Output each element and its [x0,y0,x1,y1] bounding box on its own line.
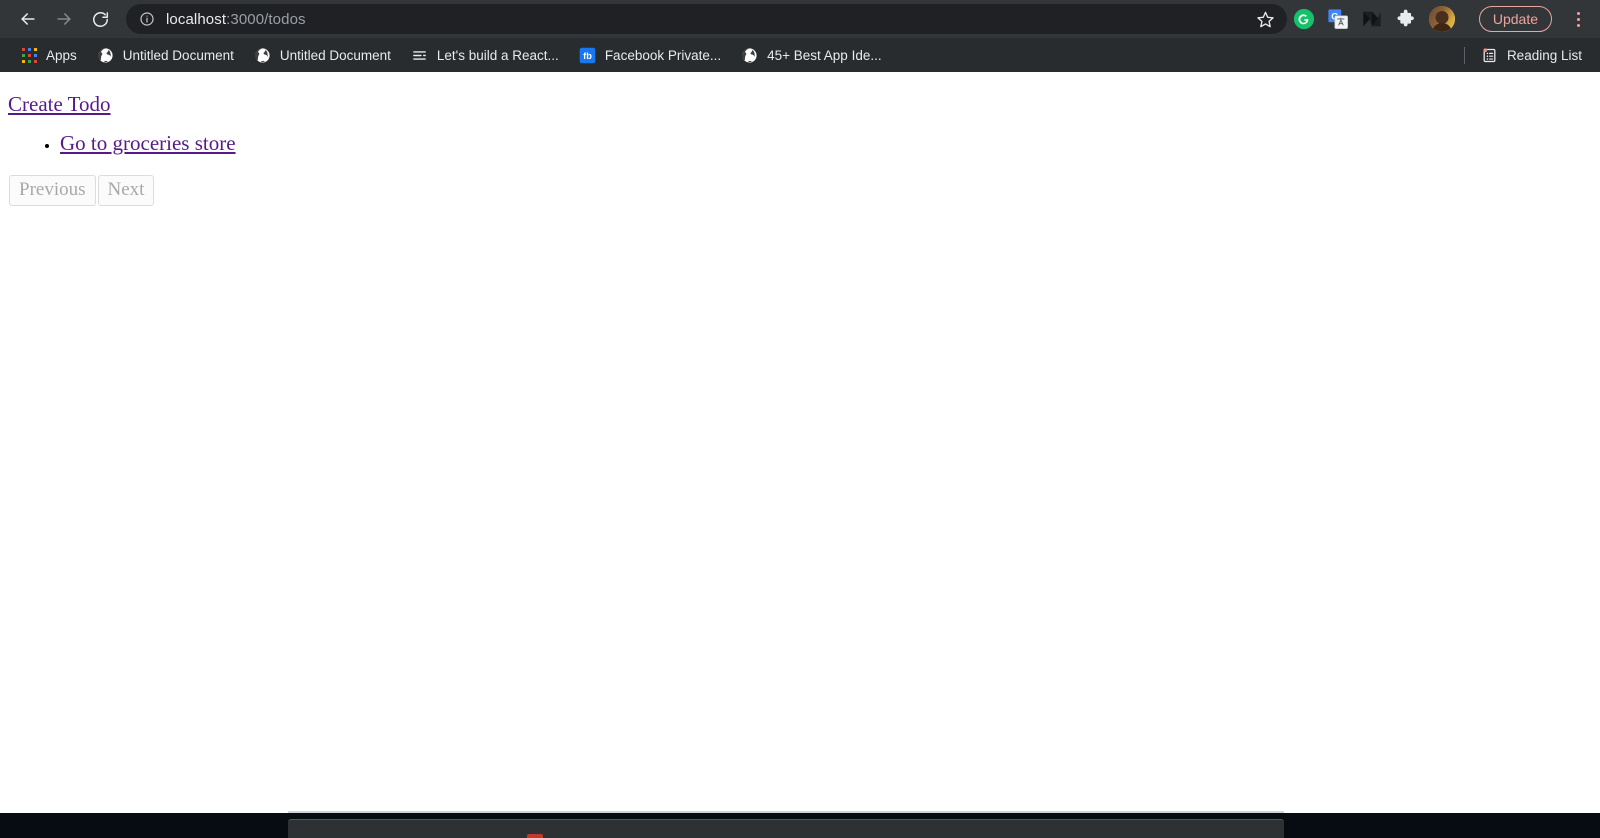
profile-avatar[interactable] [1428,6,1455,32]
globe-icon [741,47,758,64]
os-window-panel[interactable] [288,819,1284,838]
url-host: localhost [166,10,227,28]
pagination-controls: Previous Next [8,175,1592,207]
next-button[interactable]: Next [97,175,155,207]
forward-button[interactable] [46,1,82,37]
grammarly-extension-icon[interactable] [1293,8,1315,30]
list-lines-icon [411,47,428,64]
bookmark-facebook-private[interactable]: fb Facebook Private... [569,43,731,68]
bookmark-untitled-document-1[interactable]: Untitled Document [87,43,244,68]
globe-icon [254,47,271,64]
todo-item-link[interactable]: Go to groceries store [60,131,236,155]
site-info-icon[interactable] [138,10,156,28]
reading-list-icon [1481,47,1498,64]
os-taskbar [0,813,1600,838]
reload-button[interactable] [82,1,118,37]
bookmark-label: Apps [46,47,77,63]
bookmark-untitled-document-2[interactable]: Untitled Document [244,43,401,68]
bookmark-label: Untitled Document [122,47,234,63]
star-icon [1257,11,1275,27]
os-panel-indicator [527,834,543,838]
bookmark-star-button[interactable] [1251,4,1281,34]
bookmark-45-best-app-ideas[interactable]: 45+ Best App Ide... [731,43,891,68]
url-path: :3000/todos [226,10,306,28]
back-arrow-icon [21,13,35,25]
bookmark-lets-build-a-react[interactable]: Let's build a React... [401,43,569,68]
back-button[interactable] [10,1,46,37]
browser-toolbar: localhost:3000/todos G [0,0,1600,38]
bookmark-label: Let's build a React... [436,47,559,63]
chrome-menu-button[interactable] [1566,4,1590,34]
list-item: Go to groceries store [60,130,1592,157]
create-todo-link[interactable]: Create Todo [8,92,111,116]
bookmarks-divider [1463,46,1465,64]
medium-extension-icon[interactable] [1361,8,1383,30]
apps-grid-icon [22,47,37,63]
page-viewport: Create Todo Go to groceries store Previo… [0,72,1600,838]
bookmark-label: Untitled Document [279,47,391,63]
browser-window: localhost:3000/todos G [0,0,1600,838]
update-button[interactable]: Update [1478,6,1552,32]
page-body: Create Todo Go to groceries store Previo… [0,72,1600,214]
todo-list: Go to groceries store [8,130,1592,157]
extension-icons: G [1293,4,1590,34]
google-translate-extension-icon[interactable]: G [1327,8,1349,30]
reading-list-label: Reading List [1506,47,1582,63]
globe-icon [97,47,114,64]
forward-arrow-icon [57,13,71,25]
extensions-puzzle-icon[interactable] [1395,8,1417,30]
bookmark-label: 45+ Best App Ide... [767,47,882,63]
url-text: localhost:3000/todos [166,11,306,28]
reload-icon [92,11,108,27]
facebook-icon: fb [579,47,596,64]
svg-text:fb: fb [583,51,592,61]
bookmark-apps[interactable]: Apps [12,44,87,67]
reading-list-button[interactable]: Reading List [1471,43,1592,68]
bookmark-label: Facebook Private... [604,47,722,63]
previous-button[interactable]: Previous [9,175,96,207]
bookmarks-bar: Apps Untitled Document Untitled Document… [0,38,1600,72]
address-bar[interactable]: localhost:3000/todos [126,4,1287,34]
